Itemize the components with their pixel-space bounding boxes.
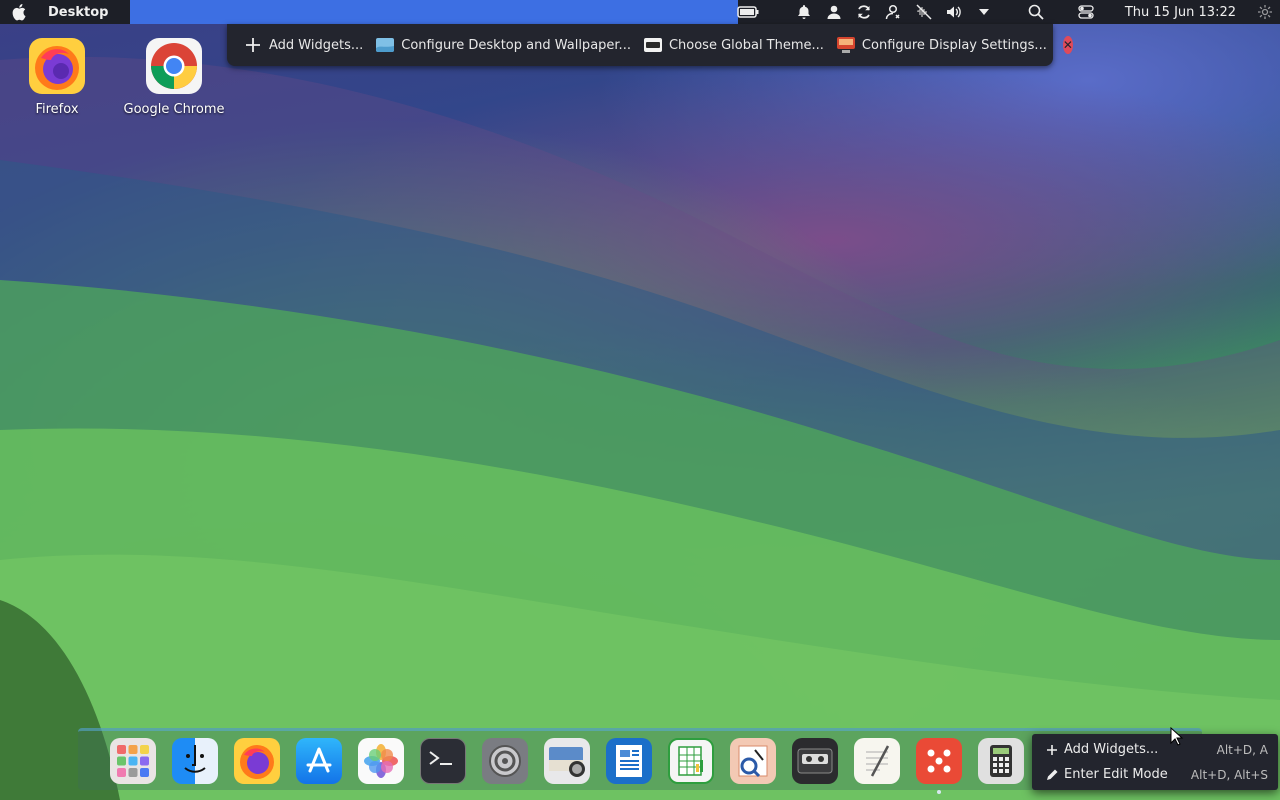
dock-dice-game-icon[interactable] <box>916 737 962 794</box>
update-sync-icon[interactable] <box>849 0 879 24</box>
menu-item-label: Add Widgets... <box>1064 742 1159 757</box>
microphone-muted-icon[interactable] <box>909 0 939 24</box>
plus-icon <box>1042 744 1062 756</box>
chrome-icon <box>144 36 204 96</box>
settings-gear-icon[interactable] <box>1250 0 1280 24</box>
theme-icon <box>643 36 663 54</box>
notifications-bell-icon[interactable] <box>789 0 819 24</box>
app-title[interactable]: Desktop <box>40 5 122 20</box>
dock-document-viewer-icon[interactable] <box>606 737 652 784</box>
configure-desktop-label: Configure Desktop and Wallpaper... <box>401 37 631 53</box>
dock-image-viewer-icon[interactable] <box>730 737 776 784</box>
menu-item-shortcut: Alt+D, Alt+S <box>1190 767 1268 782</box>
pencil-icon <box>1042 768 1062 782</box>
running-indicator <box>937 789 941 794</box>
configure-display-label: Configure Display Settings... <box>861 37 1047 53</box>
dock-spreadsheet-icon[interactable] <box>668 737 714 784</box>
dock-calculator-icon[interactable] <box>978 737 1024 784</box>
user-icon[interactable] <box>819 0 849 24</box>
system-tray: Thu 15 Jun 13:22 <box>733 0 1280 24</box>
desktop-icon-google-chrome[interactable]: Google Chrome <box>119 36 229 117</box>
top-menu-bar: Desktop Thu 15 Jun 13:22 <box>0 0 1280 24</box>
dock-media-player-icon[interactable] <box>792 737 838 784</box>
desktop-icon-firefox[interactable]: Firefox <box>2 36 112 117</box>
plus-icon <box>243 36 263 54</box>
dock-app-store-icon[interactable] <box>296 737 342 784</box>
control-center-toggles-icon[interactable] <box>1071 0 1101 24</box>
dock-terminal-icon[interactable] <box>420 737 466 784</box>
network-user-icon[interactable] <box>879 0 909 24</box>
mouse-cursor-icon <box>1170 726 1184 751</box>
dock-photos-icon[interactable] <box>358 737 404 784</box>
dock-finder-icon[interactable] <box>172 737 218 784</box>
menu-item-add-widgets[interactable]: Add Widgets... Alt+D, A <box>1032 737 1278 762</box>
wallpaper <box>0 56 1280 800</box>
choose-global-theme-label: Choose Global Theme... <box>668 37 824 53</box>
dock-text-editor-icon[interactable] <box>854 737 900 784</box>
dock-firefox-icon[interactable] <box>234 737 280 784</box>
battery-icon[interactable] <box>733 0 763 24</box>
window-title-area <box>130 0 738 24</box>
configure-display-button[interactable]: Configure Display Settings... <box>836 36 1047 54</box>
menu-item-shortcut: Alt+D, A <box>1216 742 1268 757</box>
display-icon <box>836 36 856 54</box>
add-widgets-button[interactable]: Add Widgets... <box>243 36 363 54</box>
search-icon[interactable] <box>1021 0 1051 24</box>
close-edit-mode-icon[interactable]: ✕ <box>1062 36 1073 54</box>
wallpaper-icon <box>375 36 395 54</box>
firefox-icon <box>27 36 87 96</box>
dock-launchpad-icon[interactable] <box>110 737 156 784</box>
apple-menu-icon[interactable] <box>0 0 40 24</box>
clock[interactable]: Thu 15 Jun 13:22 <box>1101 5 1250 20</box>
menu-item-label: Enter Edit Mode <box>1064 767 1168 782</box>
edit-mode-toolbar: Add Widgets... Configure Desktop and Wal… <box>227 24 1073 66</box>
desktop-context-menu: Add Widgets... Alt+D, A Enter Edit Mode … <box>1032 734 1278 790</box>
menu-item-enter-edit-mode[interactable]: Enter Edit Mode Alt+D, Alt+S <box>1032 762 1278 787</box>
add-widgets-label: Add Widgets... <box>269 37 364 53</box>
desktop-icon-label: Firefox <box>35 102 79 117</box>
volume-icon[interactable] <box>939 0 969 24</box>
desktop-icon-label: Google Chrome <box>123 102 225 117</box>
configure-desktop-button[interactable]: Configure Desktop and Wallpaper... <box>375 36 631 54</box>
tray-expand-chevron-icon[interactable] <box>969 0 999 24</box>
choose-global-theme-button[interactable]: Choose Global Theme... <box>643 36 824 54</box>
dock-system-settings-icon[interactable] <box>482 737 528 784</box>
dock-screenshot-icon[interactable] <box>544 737 590 784</box>
